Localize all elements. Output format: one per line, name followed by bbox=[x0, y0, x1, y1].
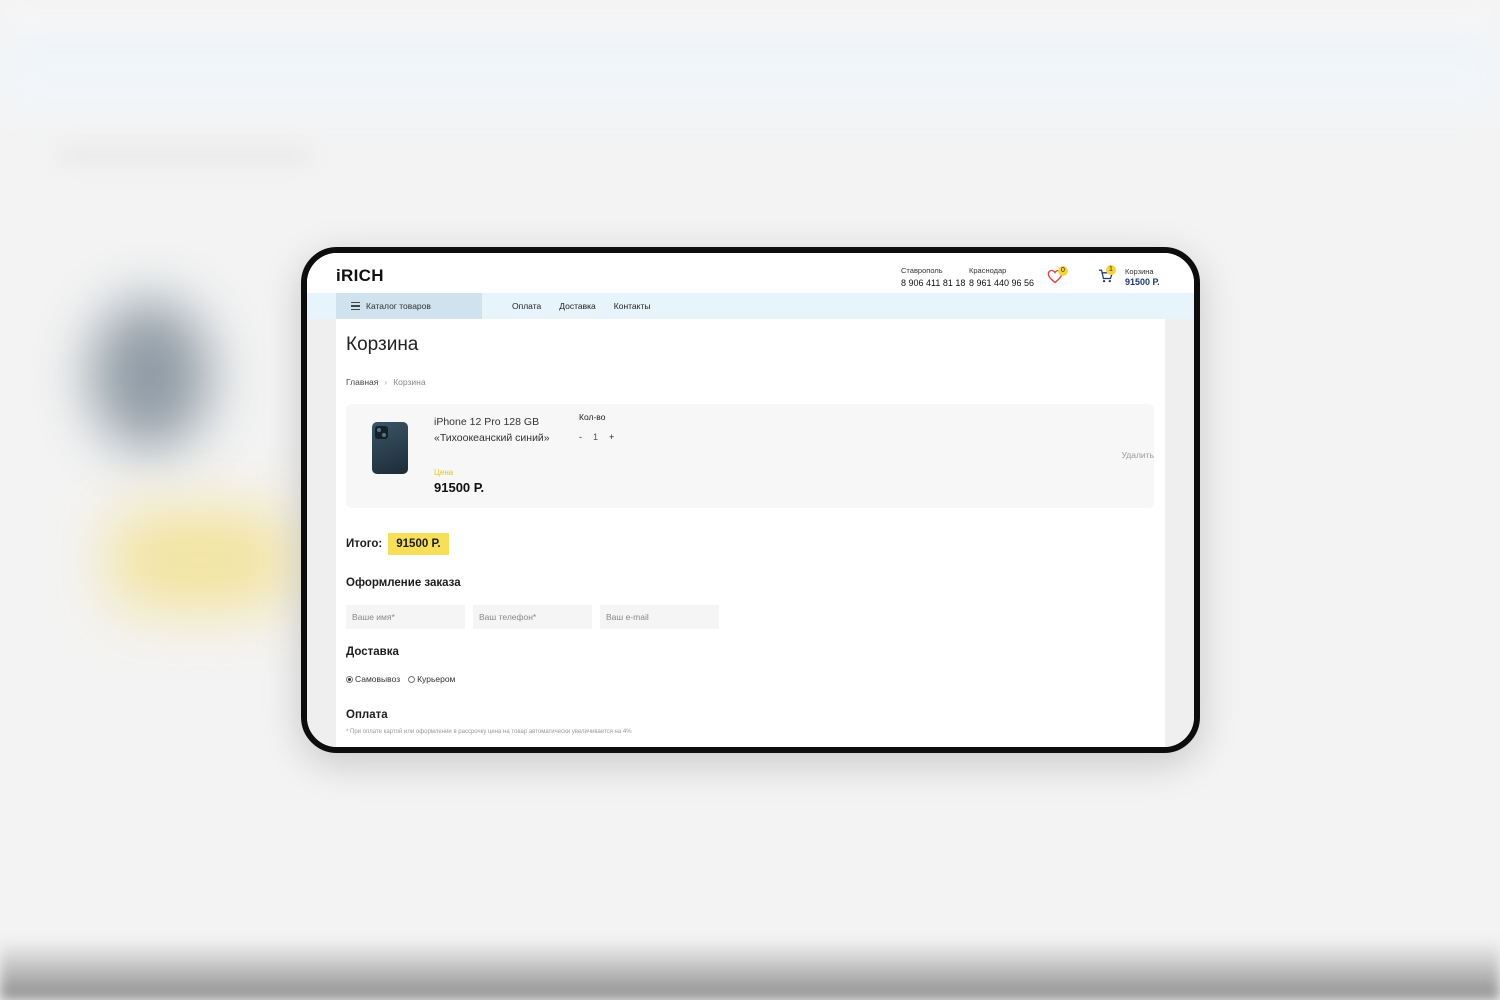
contact-phone[interactable]: 8 906 411 81 18 bbox=[901, 277, 965, 289]
breadcrumb: Главная › Корзина bbox=[346, 377, 426, 387]
cart-count-badge: 1 bbox=[1106, 265, 1116, 275]
nav-link-contacts[interactable]: Контакты bbox=[614, 293, 651, 319]
order-total: Итого: 91500 Р. bbox=[346, 533, 449, 555]
cart-page-content: Корзина Главная › Корзина iPhone 12 Pro 12… bbox=[336, 319, 1165, 747]
email-field[interactable] bbox=[600, 605, 719, 629]
delivery-option-courier[interactable]: Курьером bbox=[408, 674, 455, 684]
breadcrumb-current: Корзина bbox=[393, 377, 426, 387]
background-text-blur bbox=[60, 150, 310, 162]
device-frame: iRICH Ставрополь 8 906 411 81 18 Краснод… bbox=[301, 247, 1200, 753]
catalog-label: Каталог товаров bbox=[366, 301, 431, 311]
payment-note: * При оплате картой или оформлении в рас… bbox=[346, 729, 632, 735]
product-image[interactable] bbox=[372, 422, 408, 474]
logo[interactable]: iRICH bbox=[336, 266, 384, 286]
cart-item: iPhone 12 Pro 128 GB «Тихоокеанский сини… bbox=[346, 404, 1154, 508]
total-value: 91500 Р. bbox=[388, 533, 449, 555]
background-yellow-highlight bbox=[110, 510, 290, 610]
product-name[interactable]: iPhone 12 Pro 128 GB «Тихоокеанский сини… bbox=[434, 414, 554, 446]
catalog-button[interactable]: Каталог товаров bbox=[336, 293, 482, 319]
background-topbar bbox=[0, 0, 1500, 40]
breadcrumb-home[interactable]: Главная bbox=[346, 377, 378, 387]
radio-unchecked-icon bbox=[408, 675, 416, 683]
cart-label: Корзина bbox=[1125, 267, 1154, 276]
background-nav-band bbox=[0, 40, 1500, 110]
delete-item-button[interactable]: Удалить bbox=[1122, 450, 1154, 460]
menu-icon bbox=[351, 302, 360, 310]
quantity-plus-button[interactable]: + bbox=[609, 432, 614, 442]
radio-checked-icon bbox=[346, 675, 353, 683]
quantity-minus-button[interactable]: - bbox=[579, 432, 582, 442]
contact-stavropol: Ставрополь 8 906 411 81 18 bbox=[901, 265, 965, 289]
camera-module-icon bbox=[375, 426, 388, 439]
site-header: iRICH Ставрополь 8 906 411 81 18 Краснод… bbox=[307, 253, 1194, 293]
contact-city: Ставрополь bbox=[901, 266, 943, 275]
breadcrumb-separator-icon: › bbox=[384, 377, 388, 387]
contact-krasnodar: Краснодар 8 961 440 96 56 bbox=[969, 265, 1034, 289]
order-form bbox=[346, 605, 719, 629]
delivery-option-label: Курьером bbox=[417, 674, 456, 684]
quantity-label: Кол-во bbox=[579, 412, 606, 422]
total-label: Итого: bbox=[346, 538, 383, 550]
delivery-title: Доставка bbox=[346, 646, 399, 658]
cart-summary[interactable]: Корзина 91500 Р. bbox=[1125, 267, 1160, 287]
cart-sum: 91500 Р. bbox=[1125, 277, 1160, 287]
price-label: Цена bbox=[434, 468, 454, 477]
favorites-count-badge: 0 bbox=[1058, 266, 1068, 276]
delivery-options: Самовывоз Курьером bbox=[346, 674, 455, 684]
page-title: Корзина bbox=[346, 334, 419, 355]
background-phone-image bbox=[90, 300, 210, 450]
screen: iRICH Ставрополь 8 906 411 81 18 Краснод… bbox=[307, 253, 1194, 747]
product-price: 91500 Р. bbox=[434, 480, 485, 495]
favorites-button[interactable]: 0 bbox=[1047, 266, 1068, 287]
quantity-value[interactable]: 1 bbox=[593, 432, 598, 442]
delivery-option-pickup[interactable]: Самовывоз bbox=[346, 674, 400, 684]
contact-phone[interactable]: 8 961 440 96 56 bbox=[969, 277, 1034, 289]
nav-link-delivery[interactable]: Доставка bbox=[559, 293, 596, 319]
contact-city: Краснодар bbox=[969, 266, 1007, 275]
background-bottom-shade bbox=[0, 940, 1500, 1000]
order-form-title: Оформление заказа bbox=[346, 577, 461, 589]
delivery-option-label: Самовывоз bbox=[355, 674, 401, 684]
name-field[interactable] bbox=[346, 605, 465, 629]
payment-title: Оплата bbox=[346, 709, 388, 721]
main-nav: Каталог товаров Оплата Доставка Контакты bbox=[307, 293, 1194, 319]
cart-button[interactable]: 1 bbox=[1098, 265, 1118, 287]
nav-link-payment[interactable]: Оплата bbox=[512, 293, 541, 319]
nav-links: Оплата Доставка Контакты bbox=[512, 293, 650, 319]
quantity-stepper: - 1 + bbox=[579, 432, 614, 442]
phone-field[interactable] bbox=[473, 605, 592, 629]
